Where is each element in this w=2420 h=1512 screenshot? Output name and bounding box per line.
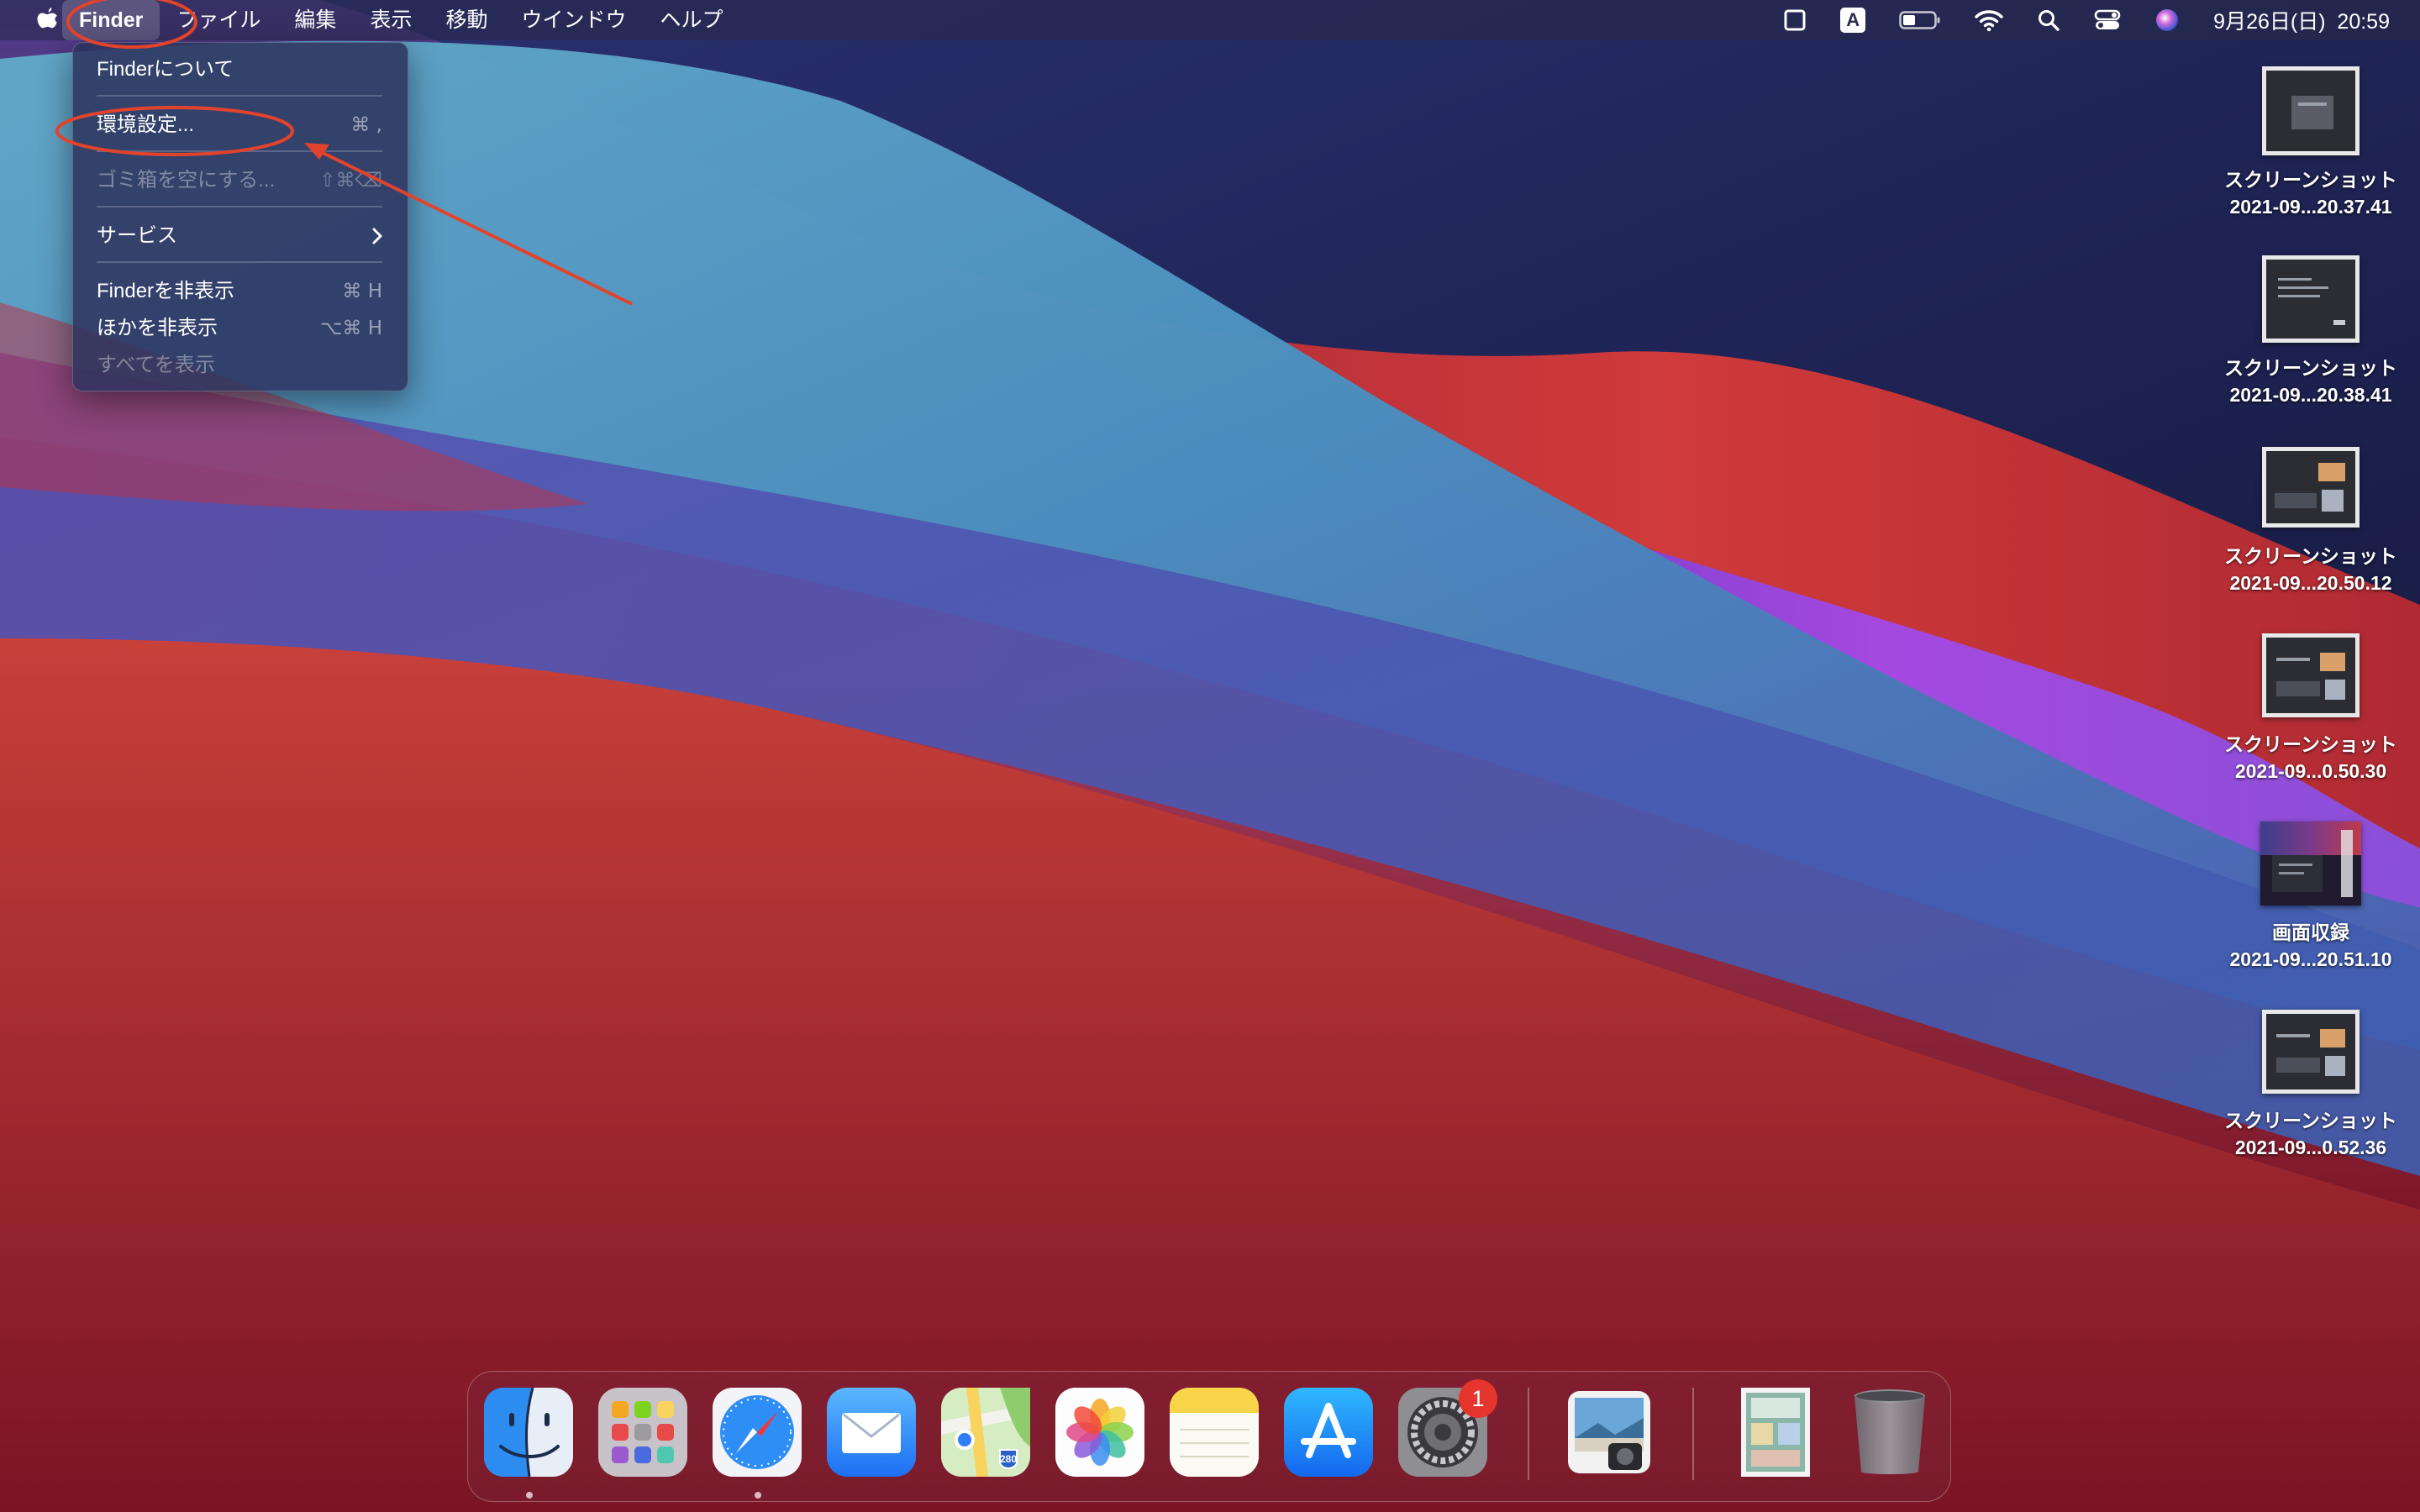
photos-icon[interactable] xyxy=(1055,1388,1144,1477)
launchpad-icon[interactable] xyxy=(598,1388,687,1477)
menu-file[interactable]: ファイル xyxy=(160,0,277,40)
menu-item-hide-others[interactable]: ほかを非表示 ⌥⌘ H xyxy=(73,312,408,345)
menu-item-shortcut: ⌘ H xyxy=(342,281,382,302)
menu-item-label: Finderについて xyxy=(97,58,234,81)
menu-finder[interactable]: Finder xyxy=(62,0,160,40)
file-name-line1: スクリーンショット xyxy=(2224,1110,2397,1131)
dock-separator xyxy=(1692,1388,1694,1480)
menu-window[interactable]: ウインドウ xyxy=(504,0,643,40)
chevron-right-icon xyxy=(371,219,384,264)
menu-item-empty-trash[interactable]: ゴミ箱を空にする... ⇧⌘⌫ xyxy=(73,164,408,197)
running-indicator xyxy=(526,1492,533,1499)
menu-separator xyxy=(97,95,382,97)
desktop-file-screen-recording[interactable]: 画面収録 2021-09...20.51.10 xyxy=(2202,813,2420,973)
menu-item-about-finder[interactable]: Finderについて xyxy=(73,53,408,87)
desktop-file-screenshot-5[interactable]: スクリーンショット 2021-09...0.52.36 xyxy=(2202,1001,2420,1161)
search-icon[interactable] xyxy=(2037,0,2060,40)
menu-help[interactable]: ヘルプ xyxy=(643,0,739,40)
desktop-file-screenshot-2[interactable]: スクリーンショット 2021-09...20.38.41 xyxy=(2202,249,2420,408)
menu-item-show-all[interactable]: すべてを表示 xyxy=(73,349,408,382)
maps-icon[interactable]: 280 xyxy=(941,1388,1030,1477)
menu-item-label: すべてを表示 xyxy=(97,354,215,376)
file-name-line2: 2021-09...20.50.12 xyxy=(2229,572,2392,594)
file-name-line1: スクリーンショット xyxy=(2224,169,2397,191)
maps-shield-number: 280 xyxy=(1000,1453,1017,1465)
file-thumbnail xyxy=(2262,255,2360,343)
desktop-file-screenshot-4[interactable]: スクリーンショット 2021-09...0.50.30 xyxy=(2202,625,2420,785)
desktop-file-screenshot-3[interactable]: スクリーンショット 2021-09...20.50.12 xyxy=(2202,437,2420,596)
menu-go[interactable]: 移動 xyxy=(429,0,504,40)
menu-item-label: サービス xyxy=(97,224,177,247)
menu-item-preferences[interactable]: 環境設定... ⌘ , xyxy=(73,108,408,142)
menu-separator xyxy=(97,261,382,263)
trash-icon[interactable] xyxy=(1845,1388,1934,1477)
menu-clock[interactable]: 9月26日(日) 20:59 xyxy=(2213,0,2390,40)
screen-mirror-icon[interactable] xyxy=(1783,0,1807,40)
desktop-file-screenshot-1[interactable]: スクリーンショット 2021-09...20.37.41 xyxy=(2202,60,2420,220)
file-thumbnail xyxy=(2262,633,2360,717)
file-name-line2: 2021-09...0.50.30 xyxy=(2234,760,2387,782)
control-center-icon[interactable] xyxy=(2094,0,2121,40)
menu-separator xyxy=(97,150,382,152)
siri-icon[interactable] xyxy=(2154,0,2180,40)
desktop-screen: Finder ファイル 編集 表示 移動 ウインドウ ヘルプ A 9月26日(日… xyxy=(0,0,2420,1512)
input-method-letter: A xyxy=(1840,8,1866,33)
notes-icon[interactable] xyxy=(1170,1388,1259,1477)
file-name-line2: 2021-09...20.51.10 xyxy=(2229,948,2392,970)
safari-icon[interactable] xyxy=(713,1388,802,1477)
apple-logo-icon[interactable] xyxy=(32,0,62,40)
dock-separator xyxy=(1528,1388,1529,1480)
menu-item-shortcut: ⇧⌘⌫ xyxy=(319,170,382,192)
finder-icon[interactable] xyxy=(484,1387,573,1478)
file-thumbnail xyxy=(2262,66,2360,155)
battery-icon[interactable] xyxy=(1899,0,1941,40)
menu-item-shortcut: ⌥⌘ H xyxy=(319,318,382,339)
preview-icon[interactable] xyxy=(1565,1388,1654,1477)
file-name-line2: 2021-09...0.52.36 xyxy=(2234,1137,2387,1158)
finder-dropdown-menu: Finderについて 環境設定... ⌘ , ゴミ箱を空にする... ⇧⌘⌫ サ… xyxy=(72,42,408,391)
downloads-stack-icon[interactable] xyxy=(1731,1388,1820,1477)
menu-item-label: Finderを非表示 xyxy=(97,280,235,302)
menu-extras: A 9月26日(日) 20:59 xyxy=(1783,0,2390,40)
mail-icon[interactable] xyxy=(827,1388,916,1477)
file-name-line2: 2021-09...20.37.41 xyxy=(2229,196,2392,218)
menu-item-label: ゴミ箱を空にする... xyxy=(97,169,276,192)
menu-edit[interactable]: 編集 xyxy=(277,0,353,40)
file-name-line1: スクリーンショット xyxy=(2224,545,2397,567)
file-name-line2: 2021-09...20.38.41 xyxy=(2229,384,2392,406)
menu-view[interactable]: 表示 xyxy=(353,0,429,40)
file-thumbnail xyxy=(2262,1010,2360,1094)
input-method-icon[interactable]: A xyxy=(1840,0,1866,40)
file-name-line1: 画面収録 xyxy=(2272,921,2349,943)
menu-bar: Finder ファイル 編集 表示 移動 ウインドウ ヘルプ A 9月26日(日… xyxy=(0,0,2420,40)
menu-item-shortcut: ⌘ , xyxy=(350,114,382,136)
menu-item-services[interactable]: サービス xyxy=(73,219,408,253)
file-name-line1: スクリーンショット xyxy=(2224,733,2397,755)
notification-badge: 1 xyxy=(1459,1379,1497,1418)
menu-item-label: 環境設定... xyxy=(97,113,195,136)
menu-separator xyxy=(97,206,382,207)
file-name-line1: スクリーンショット xyxy=(2224,357,2397,379)
menu-item-label: ほかを非表示 xyxy=(97,317,218,339)
running-indicator xyxy=(755,1492,761,1499)
app-store-icon[interactable] xyxy=(1284,1388,1373,1477)
wifi-icon[interactable] xyxy=(1975,0,2003,40)
file-thumbnail xyxy=(2260,822,2361,906)
file-thumbnail xyxy=(2262,447,2360,528)
menu-item-hide-finder[interactable]: Finderを非表示 ⌘ H xyxy=(73,275,408,308)
